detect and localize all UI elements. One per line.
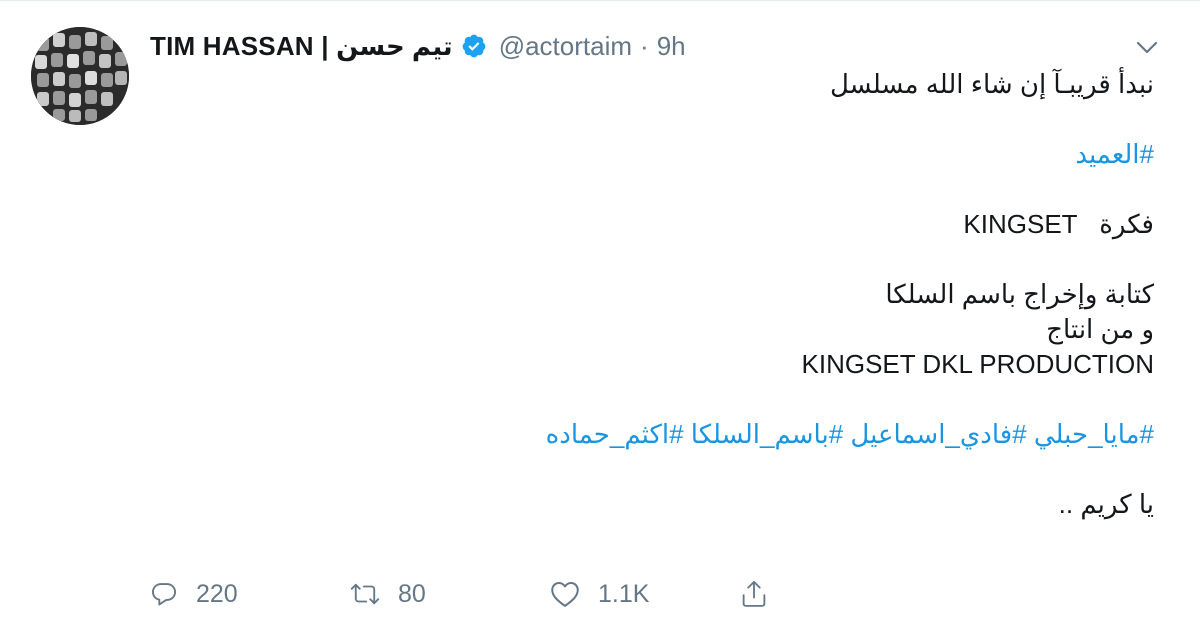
tweet-text: نبدأ قريبـآ إن شاء الله مسلسل #العميد فك…: [174, 67, 1154, 522]
hashtag-link[interactable]: #باسم_السلكا: [691, 419, 843, 449]
retweet-button[interactable]: 80: [350, 580, 550, 609]
hashtag-link[interactable]: #فادي_اسماعيل: [850, 419, 1026, 449]
idea-line: فكرة KINGSET: [174, 207, 1154, 242]
hashtags-line: #مايا_حبلي #فادي_اسماعيل #باسم_السلكا #ا…: [174, 417, 1154, 452]
tweet-time[interactable]: 9h: [657, 31, 686, 62]
hashtag-link[interactable]: #اكثم_حماده: [546, 419, 684, 449]
reply-icon: [150, 580, 178, 608]
writing-line: كتابة وإخراج باسم السلكا: [885, 279, 1154, 309]
chevron-down-icon[interactable]: [1132, 33, 1162, 63]
production-intro-line: و من انتاج: [1046, 314, 1154, 344]
tweet-header: TIM HASSAN | تيم حسن @actortaim · 9h: [150, 28, 686, 64]
tweet-actions: 220 80 1.1K: [150, 571, 768, 617]
like-count: 1.1K: [598, 579, 650, 608]
idea-value: KINGSET: [963, 209, 1078, 239]
tweet-line-intro: نبدأ قريبـآ إن شاء الله مسلسل: [829, 69, 1154, 99]
avatar-image: [31, 27, 129, 125]
reply-count: 220: [196, 579, 238, 608]
hashtag-link[interactable]: #مايا_حبلي: [1034, 419, 1154, 449]
separator-dot: ·: [640, 30, 649, 61]
tweet-card[interactable]: TIM HASSAN | تيم حسن @actortaim · 9h نبد…: [0, 0, 1200, 629]
retweet-count: 80: [398, 579, 426, 608]
like-button[interactable]: 1.1K: [550, 580, 740, 609]
share-icon: [740, 579, 768, 609]
retweet-icon: [350, 580, 380, 608]
display-name[interactable]: TIM HASSAN | تيم حسن: [150, 31, 453, 62]
avatar[interactable]: [31, 27, 129, 125]
verified-badge-icon: [461, 33, 487, 59]
idea-label: فكرة: [1099, 209, 1154, 239]
reply-button[interactable]: 220: [150, 580, 350, 609]
heart-icon: [550, 580, 580, 608]
production-company-line: KINGSET DKL PRODUCTION: [801, 349, 1155, 379]
closing-line: يا كريم ..: [1058, 489, 1154, 519]
hashtag-link[interactable]: #العميد: [1075, 139, 1154, 169]
share-button[interactable]: [740, 579, 768, 609]
user-handle[interactable]: @actortaim: [499, 31, 632, 62]
